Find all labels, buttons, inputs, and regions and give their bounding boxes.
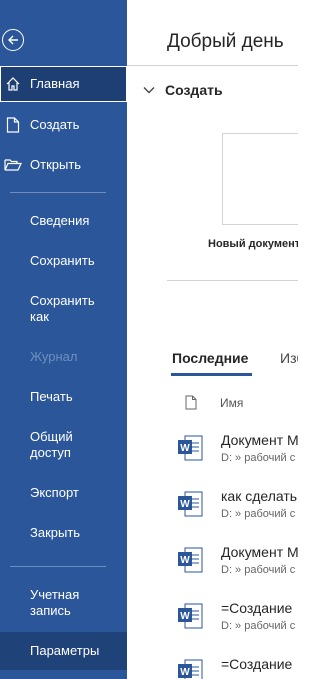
file-name: Документ M <box>221 432 298 448</box>
tab-selected-indicator <box>171 373 252 376</box>
home-icon <box>4 75 22 93</box>
sidebar-item-new[interactable]: Создать <box>0 108 127 142</box>
svg-text:W: W <box>180 499 190 510</box>
file-name: как сделать <box>221 488 298 504</box>
sidebar-item-info[interactable]: Сведения <box>0 204 127 238</box>
create-section-toggle[interactable]: Создать <box>143 82 223 98</box>
backstage-sidebar: Главная Создать Открыть Сведения Сохрани… <box>0 0 127 679</box>
open-folder-icon <box>4 156 22 174</box>
file-row[interactable]: W как сделать D: » рабочий с <box>127 487 298 537</box>
word-file-icon: W <box>178 603 203 629</box>
sidebar-item-home[interactable]: Главная <box>0 66 127 102</box>
sidebar-item-label: Открыть <box>30 157 82 172</box>
sidebar-item-label: Экспорт <box>30 485 79 500</box>
create-section-title: Создать <box>165 82 223 98</box>
sidebar-item-label: Сохранить <box>30 253 95 268</box>
word-file-icon: W <box>178 491 203 517</box>
file-row[interactable]: W =Создание <box>127 655 298 679</box>
sidebar-item-label: Главная <box>30 76 80 91</box>
file-path: D: » рабочий с <box>221 620 296 632</box>
svg-text:W: W <box>180 443 190 454</box>
sidebar-item-label: Сведения <box>30 213 90 228</box>
section-divider <box>127 65 298 66</box>
sidebar-item-label: Общий доступ <box>30 429 73 460</box>
sidebar-item-share[interactable]: Общий доступ <box>0 420 127 470</box>
file-path: D: » рабочий с <box>221 508 296 520</box>
sidebar-divider <box>10 566 106 567</box>
new-document-template[interactable] <box>222 133 298 225</box>
file-row[interactable]: W Документ M D: » рабочий с <box>127 431 298 481</box>
sidebar-item-open[interactable]: Открыть <box>0 148 127 182</box>
svg-text:W: W <box>180 667 190 678</box>
sidebar-item-history: Журнал <box>0 340 127 374</box>
word-file-icon: W <box>178 547 203 573</box>
sidebar-item-save[interactable]: Сохранить <box>0 244 127 278</box>
file-row[interactable]: W =Создание D: » рабочий с <box>127 599 298 649</box>
sidebar-item-export[interactable]: Экспорт <box>0 476 127 510</box>
sidebar-item-label: Параметры <box>30 643 100 658</box>
file-name: =Создание <box>221 600 293 616</box>
word-file-icon: W <box>178 435 203 461</box>
column-name-label: Имя <box>220 395 244 410</box>
svg-text:W: W <box>180 555 190 566</box>
sidebar-item-close[interactable]: Закрыть <box>0 516 127 550</box>
backstage-main: Добрый день Создать Новый документ После… <box>127 0 298 679</box>
back-button[interactable] <box>2 29 24 51</box>
sidebar-item-label: Создать <box>30 117 80 132</box>
sidebar-item-label: Учетная запись <box>30 587 80 618</box>
sidebar-item-print[interactable]: Печать <box>0 380 127 414</box>
sidebar-item-label: Журнал <box>30 349 78 364</box>
sidebar-item-label: Печать <box>30 389 73 404</box>
sidebar-item-label: Закрыть <box>30 525 81 540</box>
chevron-down-icon <box>143 87 155 94</box>
file-name: =Создание <box>221 656 293 672</box>
sidebar-item-options[interactable]: Параметры <box>0 632 127 670</box>
tab-pinned[interactable]: Изб <box>280 350 298 366</box>
file-name: Документ M <box>221 544 298 560</box>
file-path: D: » рабочий с <box>221 452 296 464</box>
svg-text:W: W <box>180 611 190 622</box>
file-path: D: » рабочий с <box>221 564 296 576</box>
arrow-left-icon <box>8 35 18 45</box>
sidebar-item-account[interactable]: Учетная запись <box>0 578 127 628</box>
file-type-icon <box>185 395 197 410</box>
greeting-title: Добрый день <box>167 31 284 52</box>
tab-recent[interactable]: Последние <box>172 350 248 366</box>
word-file-icon: W <box>178 659 203 679</box>
new-document-icon <box>4 116 22 134</box>
sidebar-item-label: Сохранить как <box>30 293 95 324</box>
file-list-header[interactable]: Имя <box>185 395 243 410</box>
section-divider <box>167 280 298 281</box>
sidebar-item-save-as[interactable]: Сохранить как <box>0 284 127 334</box>
file-row[interactable]: W Документ M D: » рабочий с <box>127 543 298 593</box>
sidebar-divider <box>10 192 106 193</box>
template-label: Новый документ <box>208 238 298 250</box>
